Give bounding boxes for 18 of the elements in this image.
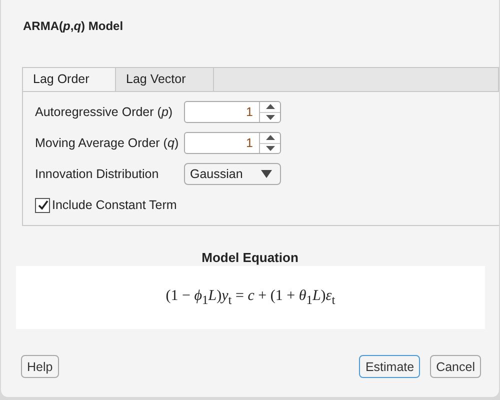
dialog-title: ARMA(p,q) Model — [23, 19, 124, 35]
button[interactable]: Help — [21, 355, 59, 378]
checkbox-label: Include Constant Term — [52, 198, 177, 212]
field-label: Autoregressive Order (p) — [35, 105, 174, 119]
button[interactable]: Cancel — [430, 355, 481, 378]
dropdown[interactable]: Gaussian — [184, 163, 281, 185]
caret-icon — [261, 170, 272, 178]
field-label: Innovation Distribution — [35, 167, 160, 181]
field-label: Moving Average Order (q) — [35, 136, 180, 150]
model-equation: (1 − ϕ$_{1}$L)y$_{t}$ = c + (1 + θ$_{1}$L)ε$_{t}$ — [166, 288, 336, 308]
up-arrow-icon[interactable] — [260, 133, 280, 144]
up-arrow-icon[interactable] — [260, 102, 280, 112]
button[interactable]: Estimate — [359, 355, 420, 378]
section-heading: Model Equation — [200, 250, 300, 266]
spinner-field[interactable]: 1 — [184, 132, 281, 154]
spinner-field[interactable]: 1 — [184, 101, 281, 123]
checkbox[interactable] — [35, 198, 50, 212]
tab[interactable]: Lag Order — [23, 68, 116, 91]
